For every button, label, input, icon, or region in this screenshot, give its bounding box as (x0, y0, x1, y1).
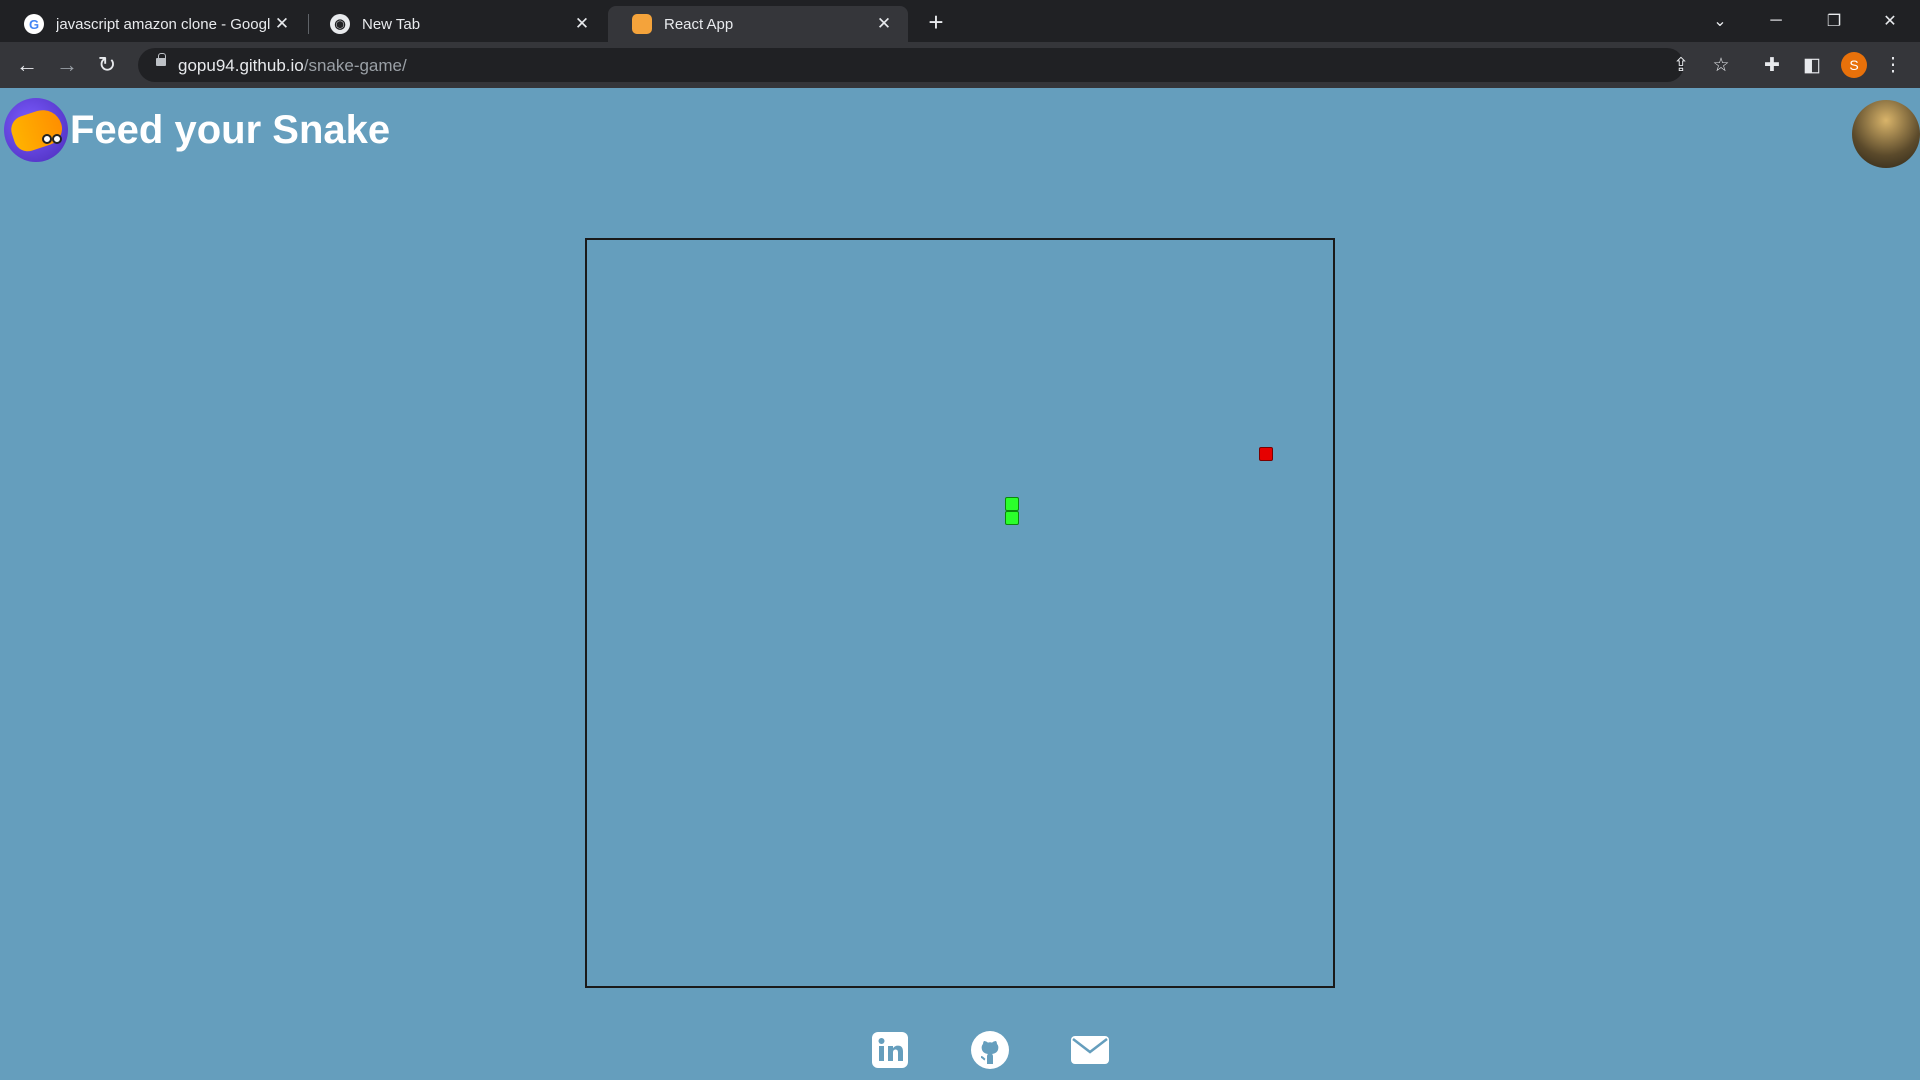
page-title: Feed your Snake (70, 108, 391, 152)
side-panel-icon[interactable]: ◧ (1797, 50, 1827, 80)
food (1259, 447, 1273, 461)
forward-icon[interactable]: → (52, 50, 82, 80)
close-tab-icon[interactable]: ✕ (874, 14, 894, 34)
google-icon: G (24, 14, 44, 34)
browser-toolbar: ← → ↻ gopu94.github.io/snake-game/ ⇪ ☆ ✚… (0, 42, 1920, 88)
tab-title: javascript amazon clone - Googl (56, 15, 270, 33)
address-bar[interactable]: gopu94.github.io/snake-game/ (138, 48, 1684, 82)
url-host: gopu94.github.io (178, 56, 304, 75)
back-icon[interactable]: ← (12, 50, 42, 80)
restore-icon[interactable]: ❐ (1806, 0, 1862, 42)
tab-google-search[interactable]: G javascript amazon clone - Googl ✕ (0, 6, 306, 42)
minimize-icon[interactable]: ─ (1748, 0, 1804, 42)
react-app-icon (632, 14, 652, 34)
menu-icon[interactable]: ⋮ (1878, 50, 1908, 80)
share-icon[interactable]: ⇪ (1666, 50, 1696, 80)
tab-search-icon[interactable]: ⌄ (1692, 0, 1748, 42)
snake-segment (1005, 511, 1019, 525)
extensions-icon[interactable]: ✚ (1757, 50, 1787, 80)
close-tab-icon[interactable]: ✕ (572, 14, 592, 34)
tab-react-app[interactable]: React App ✕ (608, 6, 908, 42)
email-icon[interactable] (1070, 1030, 1110, 1070)
url-text: gopu94.github.io/snake-game/ (178, 56, 407, 76)
snake-logo-icon (4, 98, 68, 162)
tab-new-tab[interactable]: ◉ New Tab ✕ (306, 6, 606, 42)
github-icon[interactable] (970, 1030, 1010, 1070)
close-tab-icon[interactable]: ✕ (272, 14, 292, 34)
chrome-icon: ◉ (330, 14, 350, 34)
reload-icon[interactable]: ↻ (92, 50, 122, 80)
game-board[interactable] (585, 238, 1335, 988)
tab-title: React App (664, 15, 734, 33)
profile-avatar[interactable]: S (1841, 52, 1867, 78)
user-avatar[interactable] (1852, 100, 1920, 168)
new-tab-icon[interactable]: + (922, 7, 950, 37)
snake-segment (1005, 497, 1019, 511)
url-path: /snake-game/ (303, 56, 407, 75)
linkedin-icon[interactable] (870, 1030, 910, 1070)
bookmark-star-icon[interactable]: ☆ (1706, 50, 1736, 80)
browser-tab-bar: G javascript amazon clone - Googl ✕ ◉ Ne… (0, 0, 1920, 42)
lock-icon[interactable] (156, 53, 166, 66)
page: Feed your Snake (0, 88, 1920, 1080)
close-window-icon[interactable]: ✕ (1862, 0, 1918, 42)
tab-title: New Tab (362, 15, 421, 33)
